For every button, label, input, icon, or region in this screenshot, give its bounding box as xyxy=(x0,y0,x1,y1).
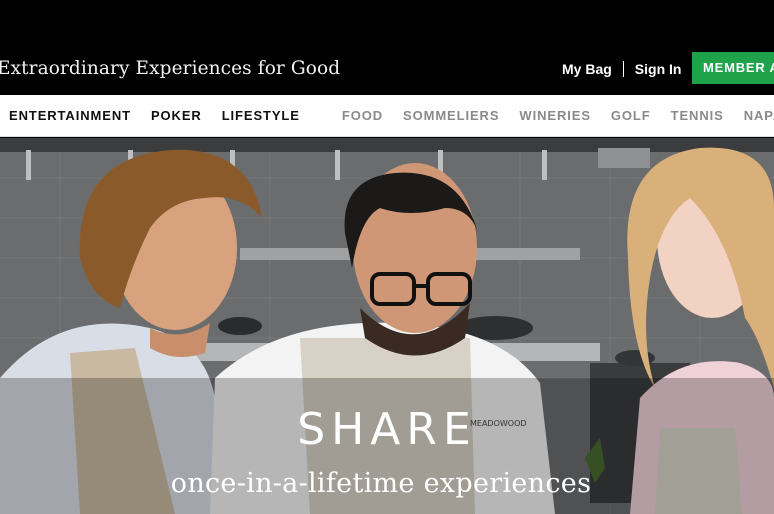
hero-subtitle: once-in-a-lifetime experiences xyxy=(170,468,592,499)
nav-item-poker[interactable]: POKER xyxy=(151,108,202,123)
nav-item-sommeliers[interactable]: SOMMELIERS xyxy=(403,108,499,123)
hero-photo: MEADOWOOD xyxy=(0,138,774,514)
nav-item-napa[interactable]: NAPA xyxy=(744,108,774,123)
account-separator xyxy=(622,61,624,77)
main-nav: ENTERTAINMENT POKER LIFESTYLE FOOD SOMME… xyxy=(0,95,774,137)
my-bag-link[interactable]: My Bag xyxy=(562,61,612,77)
nav-item-wineries[interactable]: WINERIES xyxy=(519,108,590,123)
top-bar: Extraordinary Experiences for Good My Ba… xyxy=(0,0,774,95)
site-tagline: Extraordinary Experiences for Good xyxy=(0,58,341,79)
nav-item-lifestyle[interactable]: LIFESTYLE xyxy=(222,108,300,123)
nav-item-entertainment[interactable]: ENTERTAINMENT xyxy=(9,108,131,123)
member-button[interactable]: MEMBER A xyxy=(692,52,774,84)
account-links: My Bag Sign In xyxy=(562,61,681,77)
hero-banner[interactable]: MEADOWOOD SHARE once-in-a-lifetime exper… xyxy=(0,138,774,514)
nav-item-food[interactable]: FOOD xyxy=(342,108,383,123)
sign-in-link[interactable]: Sign In xyxy=(635,61,682,77)
nav-item-tennis[interactable]: TENNIS xyxy=(671,108,724,123)
nav-item-golf[interactable]: GOLF xyxy=(611,108,651,123)
hero-title: SHARE xyxy=(297,404,477,455)
